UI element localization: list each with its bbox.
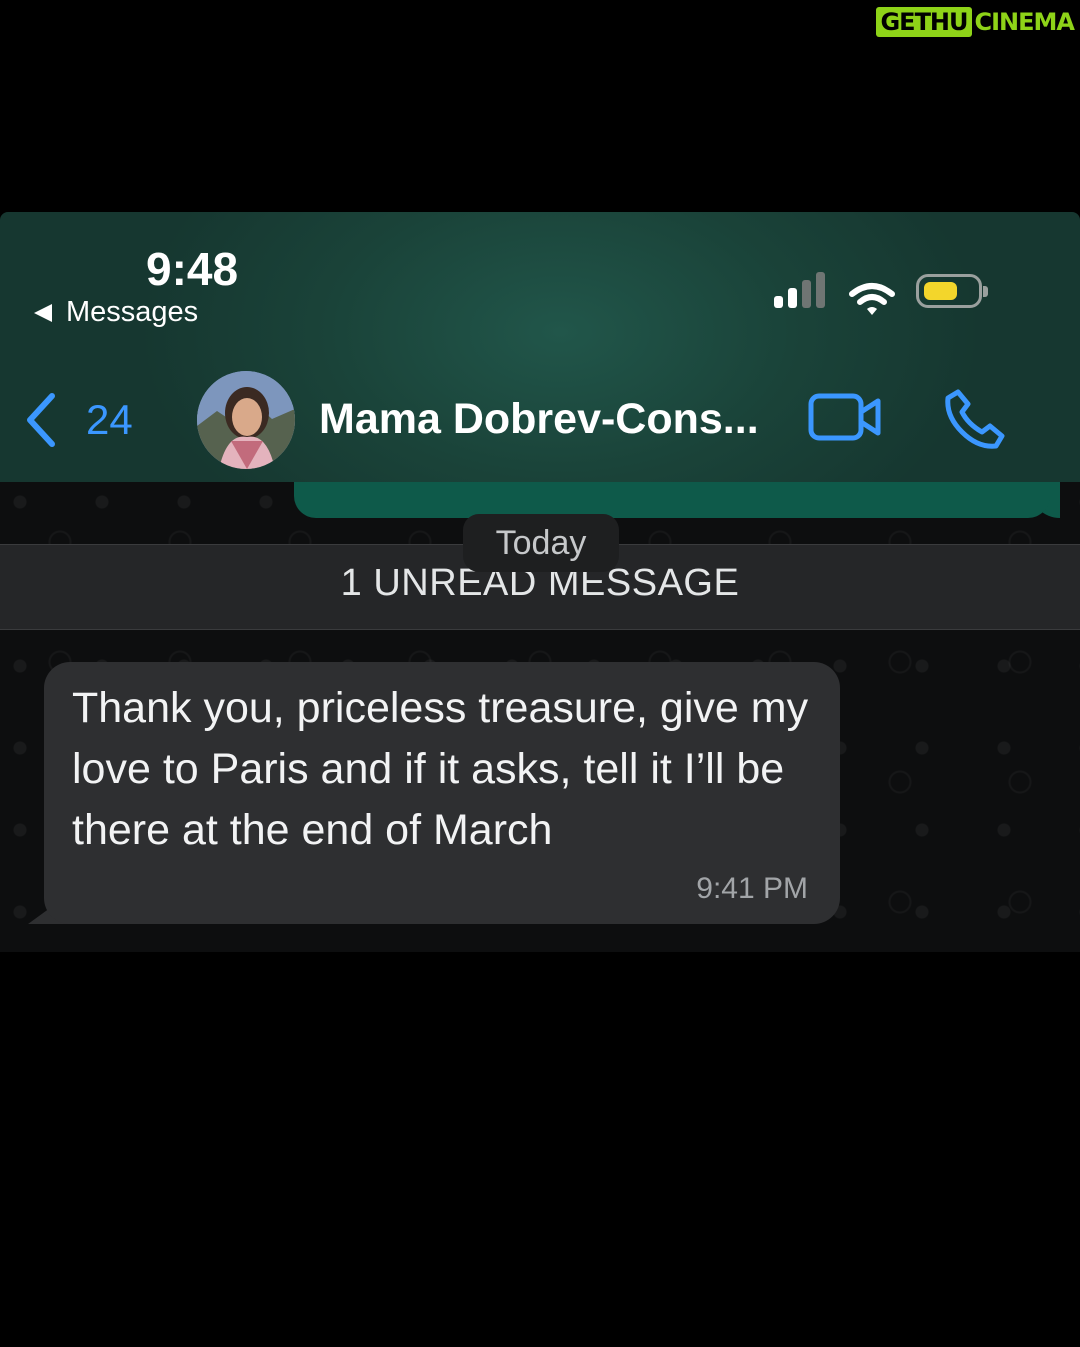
- message-timestamp: 9:41 PM: [696, 872, 808, 905]
- date-divider: Today: [463, 514, 619, 572]
- wifi-icon: [849, 283, 895, 315]
- chevron-left-icon[interactable]: [22, 390, 62, 450]
- contact-avatar[interactable]: [197, 371, 295, 469]
- chat-screen: 9:48 Messages 24 Mama Dobrev-Cons... 1 U…: [0, 212, 1080, 952]
- video-call-icon[interactable]: [808, 392, 882, 442]
- avatar-photo: [197, 371, 295, 469]
- contact-name[interactable]: Mama Dobrev-Cons...: [319, 395, 759, 444]
- cellular-signal-icon: [774, 272, 830, 312]
- phone-call-icon[interactable]: [944, 388, 1006, 450]
- incoming-message-bubble[interactable]: Thank you, priceless treasure, give my l…: [44, 662, 840, 924]
- watermark-part-1: GETHU: [876, 7, 972, 37]
- back-unread-count[interactable]: 24: [86, 396, 133, 444]
- watermark-part-2: CINEMA: [974, 8, 1075, 36]
- back-to-app-button[interactable]: Messages: [34, 296, 198, 329]
- bottom-black-area: [0, 952, 1080, 1347]
- back-to-app-label: Messages: [66, 296, 199, 328]
- message-text: Thank you, priceless treasure, give my l…: [72, 684, 809, 854]
- watermark-logo: GETHU CINEMA: [876, 6, 1075, 38]
- chat-header: 9:48 Messages 24 Mama Dobrev-Cons...: [0, 212, 1080, 482]
- status-time: 9:48: [146, 243, 239, 295]
- back-triangle-icon: [34, 303, 52, 322]
- battery-icon: [916, 274, 988, 308]
- battery-level: [924, 282, 957, 300]
